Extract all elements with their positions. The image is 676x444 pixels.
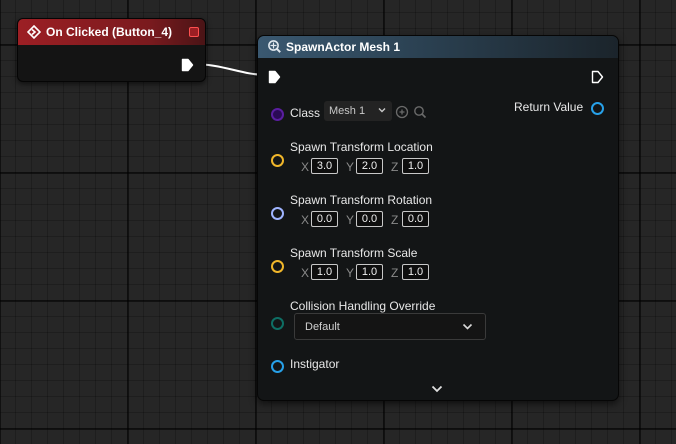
return-value-label: Return Value bbox=[514, 100, 584, 114]
rotation-z-axis: Z bbox=[391, 213, 399, 227]
chevron-down-icon bbox=[462, 323, 473, 330]
instigator-label: Instigator bbox=[290, 357, 340, 371]
location-z-axis: Z bbox=[391, 160, 399, 174]
event-diamond-icon bbox=[27, 25, 41, 39]
on-clicked-event-node[interactable]: On Clicked (Button_4) bbox=[17, 18, 206, 82]
rotation-input-pin[interactable] bbox=[271, 207, 284, 220]
rotation-z-field[interactable]: 0.0 bbox=[402, 211, 429, 227]
expand-advanced-chevron-icon[interactable] bbox=[431, 385, 443, 394]
rotation-x-axis: X bbox=[301, 213, 310, 227]
scale-z-axis: Z bbox=[391, 266, 399, 280]
event-node-header: On Clicked (Button_4) bbox=[18, 19, 205, 45]
collision-input-pin[interactable] bbox=[271, 317, 284, 330]
scale-z-field[interactable]: 1.0 bbox=[402, 264, 429, 280]
location-y-axis: Y bbox=[346, 160, 355, 174]
browse-asset-icon[interactable] bbox=[413, 105, 427, 119]
exec-output-pin[interactable] bbox=[591, 70, 604, 84]
return-value-pin[interactable] bbox=[591, 102, 604, 115]
scale-label: Spawn Transform Scale bbox=[290, 246, 418, 260]
collision-label: Collision Handling Override bbox=[290, 299, 436, 313]
location-x-field[interactable]: 3.0 bbox=[311, 158, 338, 174]
function-icon bbox=[268, 40, 281, 53]
collision-dropdown[interactable]: Default bbox=[294, 313, 486, 340]
location-label: Spawn Transform Location bbox=[290, 140, 433, 154]
scale-x-field[interactable]: 1.0 bbox=[311, 264, 338, 280]
rotation-x-field[interactable]: 0.0 bbox=[311, 211, 338, 227]
location-y-field[interactable]: 2.0 bbox=[356, 158, 383, 174]
rotation-y-axis: Y bbox=[346, 213, 355, 227]
location-input-pin[interactable] bbox=[271, 154, 284, 167]
class-select[interactable]: Mesh 1 bbox=[324, 101, 392, 121]
exec-input-pin[interactable] bbox=[268, 70, 281, 84]
exec-output-pin[interactable] bbox=[181, 58, 194, 72]
scale-y-field[interactable]: 1.0 bbox=[356, 264, 383, 280]
scale-input-pin[interactable] bbox=[271, 260, 284, 273]
rotation-label: Spawn Transform Rotation bbox=[290, 193, 433, 207]
chevron-down-icon bbox=[378, 108, 386, 113]
scale-y-axis: Y bbox=[346, 266, 355, 280]
instigator-input-pin[interactable] bbox=[271, 360, 284, 373]
class-select-value: Mesh 1 bbox=[329, 105, 366, 117]
spawn-actor-node[interactable]: SpawnActor Mesh 1 Class Mesh 1 Return Va… bbox=[257, 35, 619, 401]
delegate-output-pin[interactable] bbox=[189, 27, 199, 37]
collision-dropdown-value: Default bbox=[305, 321, 340, 333]
location-x-axis: X bbox=[301, 160, 310, 174]
spawn-node-title: SpawnActor Mesh 1 bbox=[286, 40, 401, 54]
event-node-title: On Clicked (Button_4) bbox=[46, 25, 173, 39]
location-z-field[interactable]: 1.0 bbox=[402, 158, 429, 174]
class-input-pin[interactable] bbox=[271, 108, 284, 121]
class-label: Class bbox=[290, 106, 321, 120]
spawn-node-header: SpawnActor Mesh 1 bbox=[258, 36, 618, 58]
rotation-y-field[interactable]: 0.0 bbox=[356, 211, 383, 227]
scale-x-axis: X bbox=[301, 266, 310, 280]
use-selected-asset-icon[interactable] bbox=[395, 105, 409, 119]
